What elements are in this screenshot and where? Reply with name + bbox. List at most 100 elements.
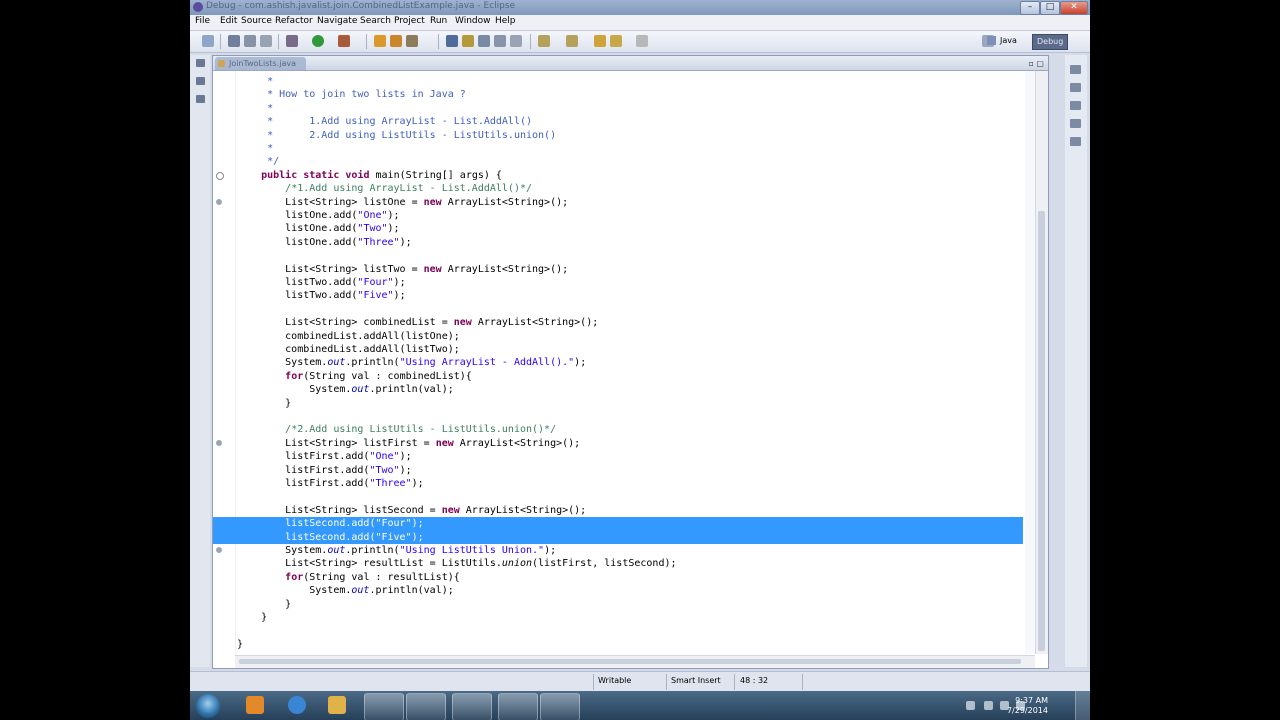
code-line[interactable]: listOne.add("Three"); xyxy=(213,236,1023,249)
clock[interactable]: 9:37 AM 7/29/2014 xyxy=(1007,696,1048,716)
menu-navigate[interactable]: Navigate xyxy=(317,16,357,26)
code-line[interactable]: System.out.println("Using ListUtils Unio… xyxy=(213,544,1023,557)
code-line[interactable]: listTwo.add("Five"); xyxy=(213,289,1023,302)
code-line[interactable]: * xyxy=(213,75,1023,88)
taskbar-firefox[interactable] xyxy=(406,693,446,720)
code-line[interactable]: listOne.add("One"); xyxy=(213,209,1023,222)
highlight-icon[interactable] xyxy=(462,35,474,47)
run-icon[interactable] xyxy=(312,35,324,47)
menu-edit[interactable]: Edit xyxy=(220,16,237,26)
code-line[interactable] xyxy=(213,410,1023,423)
vertical-scroll-thumb[interactable] xyxy=(1038,211,1045,651)
code-line[interactable]: /*2.Add using ListUtils - ListUtils.unio… xyxy=(213,423,1023,436)
expressions-view-icon[interactable] xyxy=(1070,119,1081,128)
taskbar-eclipse[interactable] xyxy=(498,693,538,720)
code-line[interactable] xyxy=(213,490,1023,503)
code-line[interactable]: combinedList.addAll(listTwo); xyxy=(213,343,1023,356)
vertical-scrollbar[interactable] xyxy=(1035,71,1048,654)
show-whitespace-icon[interactable] xyxy=(494,35,506,47)
tray-arrow-icon[interactable] xyxy=(966,701,975,710)
show-desktop-button[interactable] xyxy=(1075,691,1090,720)
code-line[interactable]: public static void main(String[] args) { xyxy=(213,169,1023,182)
restore-icon[interactable] xyxy=(1070,65,1081,74)
code-line[interactable]: listFirst.add("Three"); xyxy=(213,477,1023,490)
code-line[interactable]: combinedList.addAll(listOne); xyxy=(213,330,1023,343)
code-line[interactable] xyxy=(213,624,1023,637)
code-line[interactable]: } xyxy=(213,598,1023,611)
code-line[interactable]: listFirst.add("One"); xyxy=(213,450,1023,463)
external-tools-icon[interactable] xyxy=(338,35,350,47)
perspective-java[interactable]: Java xyxy=(984,34,1021,48)
code-line[interactable]: for(String val : resultList){ xyxy=(213,571,1023,584)
code-line[interactable]: listFirst.add("Two"); xyxy=(213,464,1023,477)
search-icon[interactable] xyxy=(406,35,418,47)
code-line[interactable]: for(String val : combinedList){ xyxy=(213,370,1023,383)
variables-view-icon[interactable] xyxy=(1070,83,1081,92)
taskbar-explorer[interactable] xyxy=(364,693,404,720)
code-line[interactable]: listSecond.add("Four"); xyxy=(213,517,1023,530)
last-edit-icon[interactable] xyxy=(594,35,606,47)
minimize-button[interactable]: – xyxy=(1020,1,1040,15)
code-line[interactable] xyxy=(213,249,1023,262)
open-type-icon[interactable] xyxy=(374,35,386,47)
code-line[interactable]: * xyxy=(213,102,1023,115)
code-line[interactable]: System.out.println("Using ArrayList - Ad… xyxy=(213,356,1023,369)
code-line[interactable]: List<String> resultList = ListUtils.unio… xyxy=(213,557,1023,570)
code-line[interactable]: */ xyxy=(213,155,1023,168)
menu-window[interactable]: Window xyxy=(455,16,491,26)
open-resource-icon[interactable] xyxy=(390,35,402,47)
toggle-breadcrumb-icon[interactable] xyxy=(510,35,522,47)
save-icon[interactable] xyxy=(228,35,240,47)
code-line[interactable]: listSecond.add("Five"); xyxy=(213,531,1023,544)
forward-icon[interactable] xyxy=(636,35,648,47)
maximize-button[interactable]: □ xyxy=(1040,1,1060,15)
code-area[interactable]: * * How to join two lists in Java ? * * … xyxy=(213,71,1023,651)
menu-file[interactable]: File xyxy=(195,16,210,26)
code-line[interactable]: List<String> listTwo = new ArrayList<Str… xyxy=(213,263,1023,276)
ie-icon[interactable] xyxy=(288,696,306,714)
menu-refactor[interactable]: Refactor xyxy=(275,16,313,26)
code-line[interactable]: * 1.Add using ArrayList - List.AddAll() xyxy=(213,115,1023,128)
media-player-icon[interactable] xyxy=(328,696,346,714)
back-icon[interactable] xyxy=(610,35,622,47)
editor-tab[interactable]: JoinTwoLists.java xyxy=(215,57,307,70)
menu-search[interactable]: Search xyxy=(360,16,391,26)
horizontal-scrollbar[interactable] xyxy=(235,655,1035,668)
code-line[interactable]: System.out.println(val); xyxy=(213,584,1023,597)
menu-source[interactable]: Source xyxy=(241,16,272,26)
code-line[interactable]: listOne.add("Two"); xyxy=(213,222,1023,235)
menu-run[interactable]: Run xyxy=(430,16,447,26)
code-line[interactable]: * xyxy=(213,142,1023,155)
breakpoints-view-icon[interactable] xyxy=(1070,101,1081,110)
vlc-icon[interactable] xyxy=(246,696,264,714)
code-line[interactable]: * How to join two lists in Java ? xyxy=(213,88,1023,101)
taskbar-app[interactable] xyxy=(452,693,492,720)
code-line[interactable]: System.out.println(val); xyxy=(213,383,1023,396)
code-line[interactable]: List<String> listSecond = new ArrayList<… xyxy=(213,504,1023,517)
package-explorer-icon[interactable] xyxy=(196,77,205,85)
restore-icon[interactable] xyxy=(196,59,205,67)
code-line[interactable]: * 2.Add using ListUtils - ListUtils.unio… xyxy=(213,129,1023,142)
tray-network-icon[interactable] xyxy=(984,701,993,710)
horizontal-scroll-thumb[interactable] xyxy=(239,659,1021,664)
menu-help[interactable]: Help xyxy=(495,16,516,26)
code-line[interactable]: } xyxy=(213,638,1023,651)
menu-project[interactable]: Project xyxy=(394,16,425,26)
toggle-mark-occurrences-icon[interactable] xyxy=(446,35,458,47)
code-line[interactable] xyxy=(213,303,1023,316)
code-line[interactable]: } xyxy=(213,397,1023,410)
new-icon[interactable] xyxy=(202,35,214,47)
code-line[interactable]: List<String> combinedList = new ArrayLis… xyxy=(213,316,1023,329)
block-selection-icon[interactable] xyxy=(478,35,490,47)
code-line[interactable]: List<String> listFirst = new ArrayList<S… xyxy=(213,437,1023,450)
minimize-maximize-icon[interactable]: ▫ ▢ xyxy=(1028,59,1044,68)
code-line[interactable]: /*1.Add using ArrayList - List.AddAll()*… xyxy=(213,182,1023,195)
save-all-icon[interactable] xyxy=(244,35,256,47)
taskbar-notepad[interactable] xyxy=(540,693,580,720)
next-annotation-icon[interactable] xyxy=(538,35,550,47)
code-line[interactable]: } xyxy=(213,611,1023,624)
code-line[interactable]: listTwo.add("Four"); xyxy=(213,276,1023,289)
perspective-debug[interactable]: Debug xyxy=(1032,34,1069,50)
hierarchy-icon[interactable] xyxy=(196,95,205,103)
outline-view-icon[interactable] xyxy=(1070,137,1081,146)
